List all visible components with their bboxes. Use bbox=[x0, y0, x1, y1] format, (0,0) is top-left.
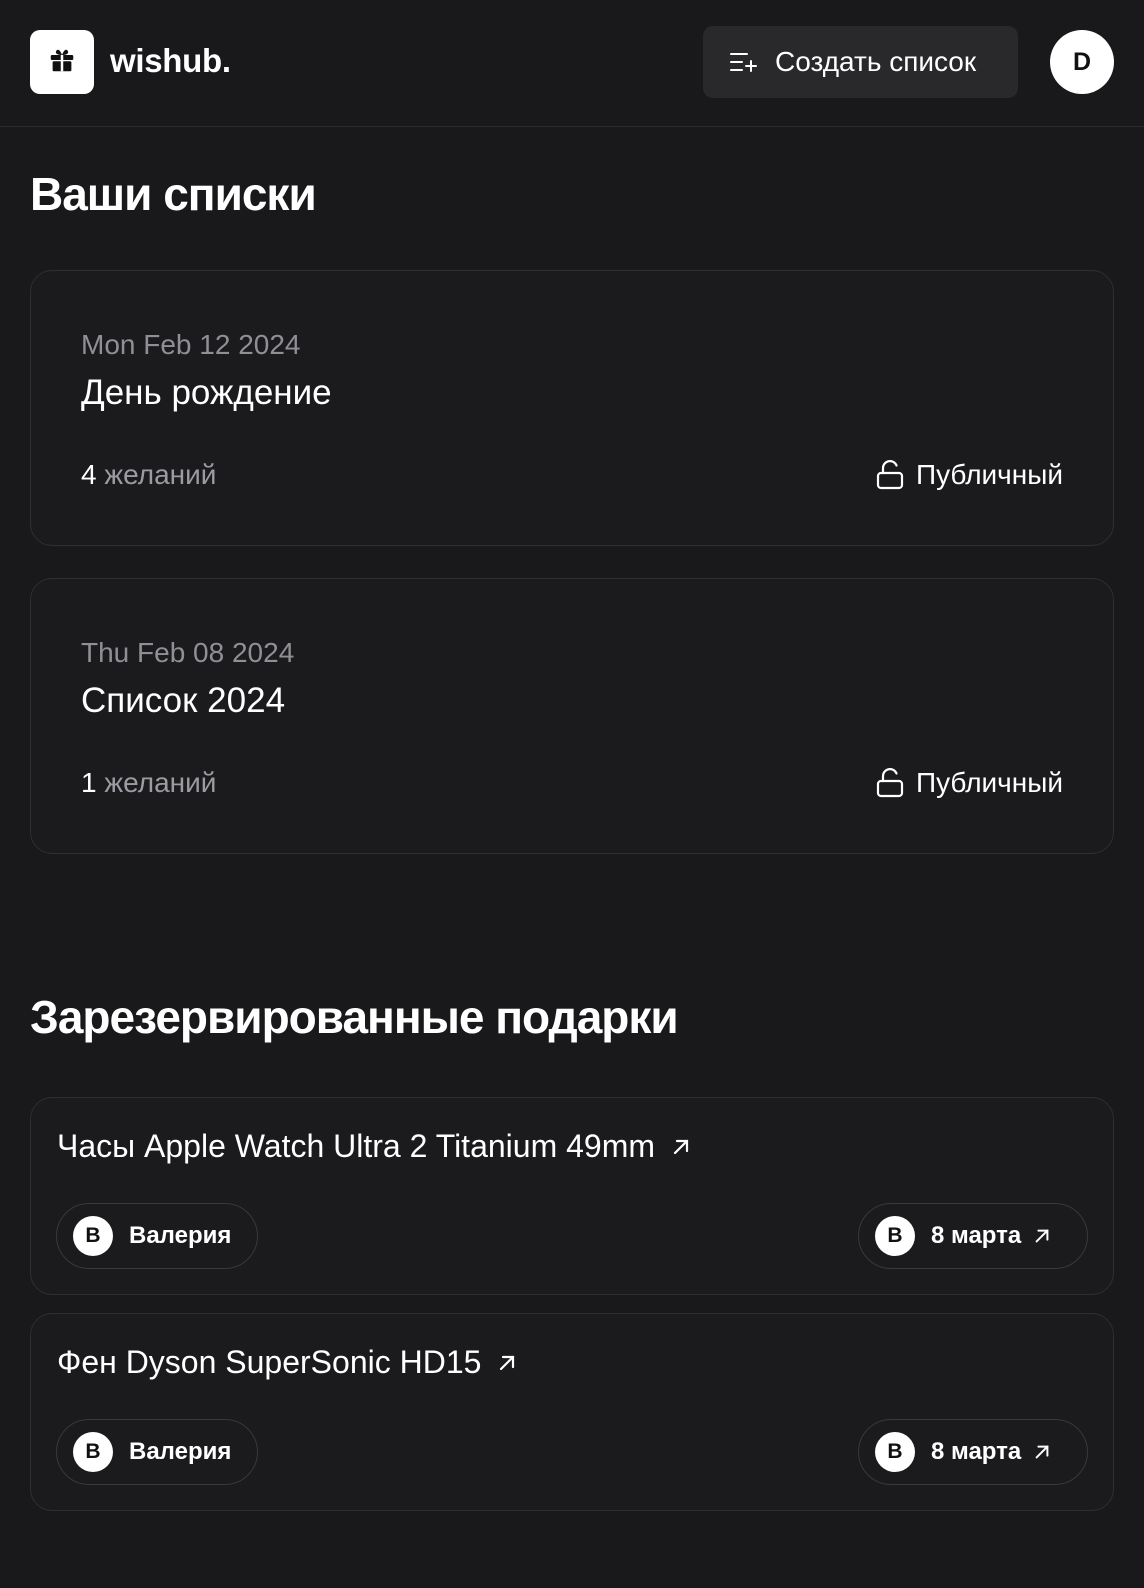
visibility-label: Публичный bbox=[915, 767, 1063, 798]
list-card[interactable]: Thu Feb 08 2024 Список 2024 1 желаний Пу… bbox=[30, 578, 1114, 854]
source-list-name: 8 марта bbox=[931, 1222, 1022, 1249]
gift-icon bbox=[47, 45, 77, 80]
external-link-icon bbox=[1033, 1443, 1051, 1461]
list-name: Список 2024 bbox=[81, 681, 286, 720]
gift-title-link[interactable]: Фен Dyson SuperSonic HD15 bbox=[57, 1344, 517, 1381]
reserved-gift-card: Фен Dyson SuperSonic HD15 В Валерия В 8 … bbox=[30, 1313, 1114, 1511]
list-card[interactable]: Mon Feb 12 2024 День рождение 4 желаний … bbox=[30, 270, 1114, 546]
source-list-link[interactable]: В 8 марта bbox=[858, 1203, 1088, 1269]
external-link-icon bbox=[671, 1137, 691, 1157]
gift-title-link[interactable]: Часы Apple Watch Ultra 2 Titanium 49mm bbox=[57, 1128, 691, 1165]
list-date: Thu Feb 08 2024 bbox=[81, 637, 295, 668]
reserved-by-user: В Валерия bbox=[56, 1203, 258, 1269]
user-initial-avatar: В bbox=[73, 1432, 113, 1472]
lists-section-title: Ваши списки bbox=[30, 168, 317, 220]
wish-count: 4 желаний bbox=[81, 459, 216, 491]
reserved-by-user: В Валерия bbox=[56, 1419, 258, 1485]
brand-name: wishub. bbox=[110, 42, 231, 79]
visibility-status: Публичный bbox=[876, 767, 1063, 799]
reserved-section-title: Зарезервированные подарки bbox=[30, 991, 679, 1043]
reserved-gift-card: Часы Apple Watch Ultra 2 Titanium 49mm В… bbox=[30, 1097, 1114, 1295]
wish-count-label: желаний bbox=[104, 767, 217, 798]
list-name: День рождение bbox=[81, 373, 332, 412]
wish-count-number: 1 bbox=[81, 767, 97, 798]
user-avatar[interactable]: D bbox=[1050, 30, 1114, 94]
list-plus-icon bbox=[729, 50, 757, 74]
external-link-icon bbox=[497, 1353, 517, 1373]
gift-title: Часы Apple Watch Ultra 2 Titanium 49mm bbox=[57, 1128, 656, 1164]
logo[interactable] bbox=[30, 30, 94, 94]
user-initial-avatar: В bbox=[73, 1216, 113, 1256]
unlock-icon bbox=[876, 460, 904, 490]
app-header: wishub. Создать список D bbox=[0, 0, 1144, 127]
gift-title: Фен Dyson SuperSonic HD15 bbox=[57, 1344, 482, 1380]
list-initial-avatar: В bbox=[875, 1432, 915, 1472]
user-name: Валерия bbox=[129, 1222, 232, 1249]
visibility-status: Публичный bbox=[876, 459, 1063, 491]
source-list-link[interactable]: В 8 марта bbox=[858, 1419, 1088, 1485]
list-initial-avatar: В bbox=[875, 1216, 915, 1256]
source-list-name: 8 марта bbox=[931, 1438, 1022, 1465]
unlock-icon bbox=[876, 768, 904, 798]
wish-count-label: желаний bbox=[104, 459, 217, 490]
wish-count: 1 желаний bbox=[81, 767, 216, 799]
user-name: Валерия bbox=[129, 1438, 232, 1465]
list-date: Mon Feb 12 2024 bbox=[81, 329, 301, 360]
create-list-button[interactable]: Создать список bbox=[703, 26, 1018, 98]
create-list-label: Создать список bbox=[775, 46, 977, 77]
visibility-label: Публичный bbox=[915, 459, 1063, 490]
wish-count-number: 4 bbox=[81, 459, 97, 490]
external-link-icon bbox=[1033, 1227, 1051, 1245]
